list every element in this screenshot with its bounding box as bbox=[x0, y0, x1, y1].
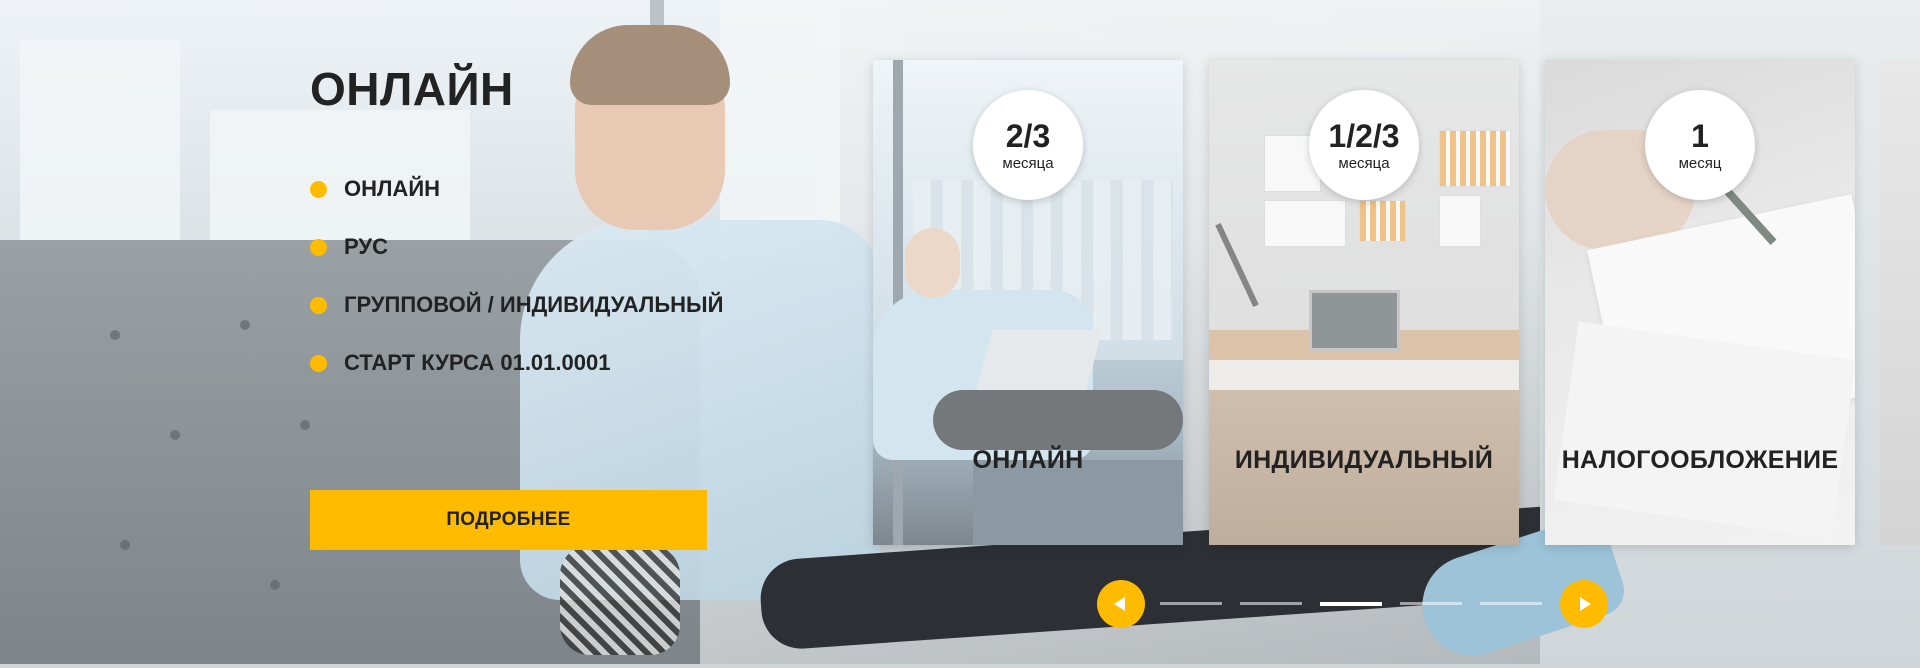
duration-value: 1/2/3 bbox=[1328, 117, 1400, 154]
hero-info: ОНЛАЙН ОНЛАЙН РУС ГРУППОВОЙ / ИНДИВИДУАЛ… bbox=[310, 62, 723, 392]
slider-dot[interactable] bbox=[1400, 602, 1462, 605]
slider-dot[interactable] bbox=[1160, 602, 1222, 605]
background-pillow bbox=[560, 545, 680, 655]
sofa-tuft bbox=[240, 320, 250, 330]
slider-pagination bbox=[1160, 602, 1542, 606]
duration-unit: месяца bbox=[1338, 154, 1390, 172]
duration-badge: 1/2/3 месяца bbox=[1309, 90, 1419, 200]
feature-item: СТАРТ КУРСА 01.01.0001 bbox=[310, 334, 723, 392]
feature-item: РУС bbox=[310, 218, 723, 276]
course-card-individual[interactable]: 1/2/3 месяца ИНДИВИДУАЛЬНЫЙ bbox=[1209, 60, 1519, 545]
slider-next-button[interactable] bbox=[1560, 580, 1608, 628]
course-card-partial[interactable] bbox=[1880, 60, 1920, 545]
duration-badge: 2/3 месяца bbox=[973, 90, 1083, 200]
sofa-tuft bbox=[270, 580, 280, 590]
arrow-right-icon bbox=[1580, 597, 1591, 611]
feature-text: РУС bbox=[344, 234, 388, 259]
background-building bbox=[20, 40, 180, 240]
duration-unit: месяц bbox=[1678, 154, 1722, 172]
slider-dot[interactable] bbox=[1240, 602, 1302, 605]
bullet-dot-icon bbox=[310, 180, 327, 198]
duration-value: 1 bbox=[1691, 117, 1709, 154]
duration-value: 2/3 bbox=[1005, 117, 1051, 154]
feature-item: ОНЛАЙН bbox=[310, 160, 723, 218]
card-title: ОНЛАЙН bbox=[972, 446, 1084, 474]
slider-prev-button[interactable] bbox=[1097, 580, 1145, 628]
slider-dot[interactable] bbox=[1480, 602, 1542, 605]
bullet-dot-icon bbox=[310, 238, 327, 256]
feature-list: ОНЛАЙН РУС ГРУППОВОЙ / ИНДИВИДУАЛЬНЫЙ СТ… bbox=[310, 160, 723, 392]
slider-dot-active[interactable] bbox=[1320, 602, 1382, 606]
duration-badge: 1 месяц bbox=[1645, 90, 1755, 200]
hero-title: ОНЛАЙН bbox=[310, 63, 514, 115]
arrow-left-icon bbox=[1114, 597, 1125, 611]
duration-unit: месяца bbox=[1002, 154, 1054, 172]
bullet-dot-icon bbox=[310, 296, 327, 314]
sofa-tuft bbox=[110, 330, 120, 340]
feature-text: СТАРТ КУРСА 01.01.0001 bbox=[344, 350, 611, 375]
course-card-taxation[interactable]: 1 месяц НАЛОГООБЛОЖЕНИЕ bbox=[1545, 60, 1855, 545]
course-card-online[interactable]: 2/3 месяца ОНЛАЙН bbox=[873, 60, 1183, 545]
bullet-dot-icon bbox=[310, 354, 327, 372]
feature-item: ГРУППОВОЙ / ИНДИВИДУАЛЬНЫЙ bbox=[310, 276, 723, 334]
sofa-tuft bbox=[300, 420, 310, 430]
card-title: ИНДИВИДУАЛЬНЫЙ bbox=[1234, 446, 1494, 474]
feature-text: ГРУППОВОЙ / ИНДИВИДУАЛЬНЫЙ bbox=[344, 292, 724, 317]
sofa-tuft bbox=[120, 540, 130, 550]
card-title: НАЛОГООБЛОЖЕНИЕ bbox=[1561, 446, 1839, 474]
more-button[interactable]: ПОДРОБНЕЕ bbox=[310, 490, 707, 550]
feature-text: ОНЛАЙН bbox=[344, 176, 441, 201]
sofa-tuft bbox=[170, 430, 180, 440]
